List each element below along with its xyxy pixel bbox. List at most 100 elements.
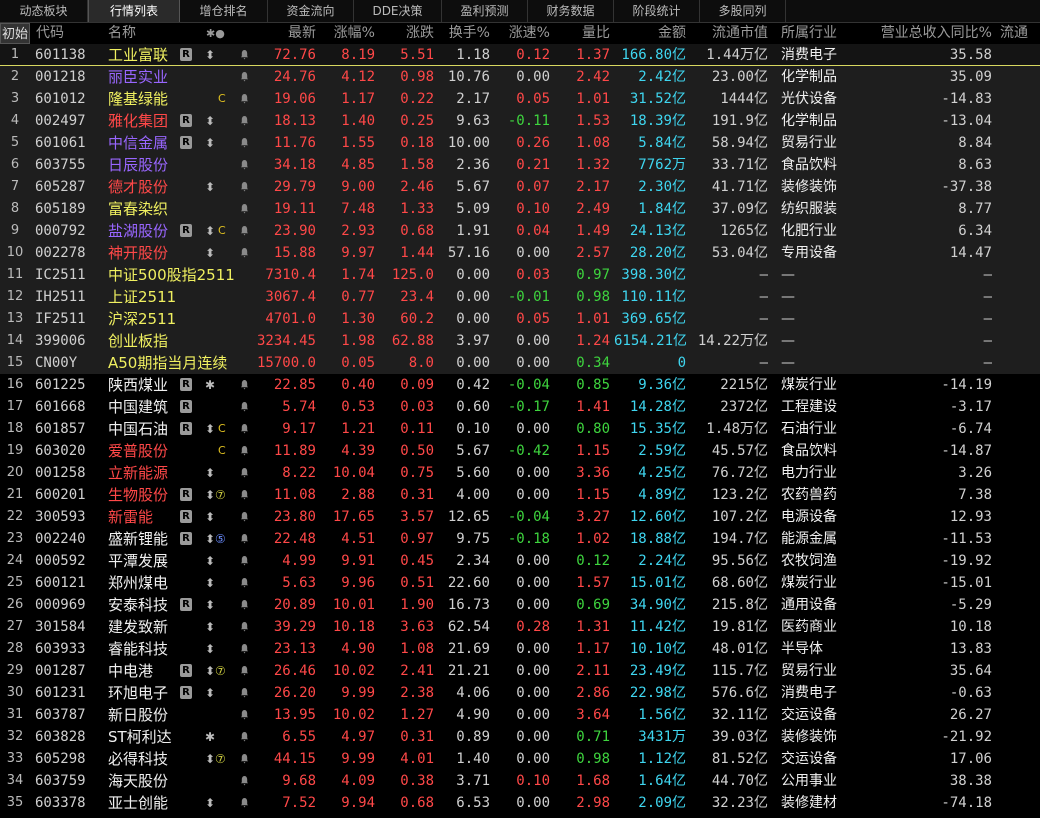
tab-1[interactable]: 行情列表 [88, 0, 180, 22]
col-header-change[interactable]: 涨跌 [378, 23, 434, 44]
bell-icon[interactable] [240, 445, 249, 456]
table-row[interactable]: 30 601231 环旭电子 R ⬍ 26.20 9.99 2.38 4.06 0.00 2.86 2… [0, 682, 1040, 704]
col-header-volume-ratio[interactable]: 量比 [552, 23, 610, 44]
tab-3[interactable]: 资金流向 [268, 0, 354, 22]
tab-2[interactable]: 增仓排名 [180, 0, 268, 22]
turnover-rate: 0.89 [456, 729, 490, 745]
table-row[interactable]: 16 601225 陕西煤业 R ✱ 22.85 0.40 0.09 0.42 -0.04 0.85… [0, 374, 1040, 396]
bell-icon[interactable] [240, 687, 249, 698]
tab-4[interactable]: DDE决策 [354, 0, 442, 22]
reset-sort-button[interactable]: 初始 [0, 23, 30, 44]
stock-code: 603828 [35, 729, 86, 745]
table-row[interactable]: 11 IC2511 中证500股指2511 7310.4 1.74 125.0 0.00 0.… [0, 264, 1040, 286]
table-row[interactable]: 28 603933 睿能科技 ⬍ 23.13 4.90 1.08 21.69 0.00 1.17 1… [0, 638, 1040, 660]
col-header-float-cap[interactable]: 流通市值 [690, 23, 768, 44]
bell-icon[interactable] [240, 137, 249, 148]
col-header-turnover[interactable]: 换手% [436, 23, 490, 44]
last-price: 19.06 [273, 91, 316, 107]
col-header-name[interactable]: 名称 [108, 23, 136, 44]
col-header-change-pct[interactable]: 涨幅% [320, 23, 375, 44]
table-row[interactable]: 12 IH2511 上证2511 3067.4 0.77 23.4 0.00 -0.01 0.9… [0, 286, 1040, 308]
table-row[interactable]: 3 601012 隆基绿能 C 19.06 1.17 0.22 2.17 0.05 1.01 31.… [0, 88, 1040, 110]
table-row[interactable]: 17 601668 中国建筑 R 5.74 0.53 0.03 0.60 -0.17 1.41 14… [0, 396, 1040, 418]
table-row[interactable]: 6 603755 日辰股份 34.18 4.85 1.58 2.36 0.21 1.32 7762… [0, 154, 1040, 176]
table-row[interactable]: 7 605287 德才股份 ⬍ 29.79 9.00 2.46 5.67 0.07 2.17 2.3… [0, 176, 1040, 198]
bell-icon[interactable] [240, 621, 249, 632]
tab-5[interactable]: 盈利预测 [442, 0, 528, 22]
bell-icon[interactable] [240, 181, 249, 192]
tab-6[interactable]: 财务数据 [528, 0, 614, 22]
table-row[interactable]: 5 601061 中信金属 R ⬍ 11.76 1.55 0.18 10.00 0.26 1.08 5… [0, 132, 1040, 154]
table-row[interactable]: 8 605189 富春染织 19.11 7.48 1.33 5.09 0.10 2.49 1.84… [0, 198, 1040, 220]
bell-icon[interactable] [240, 71, 249, 82]
table-row[interactable]: 31 603787 新日股份 13.95 10.02 1.27 4.90 0.00 3.64 1.… [0, 704, 1040, 726]
bell-icon[interactable] [240, 665, 249, 676]
col-header-speed[interactable]: 涨速% [494, 23, 550, 44]
table-row[interactable]: 35 603378 亚士创能 ⬍ 7.52 9.94 0.68 6.53 0.00 2.98 2.0… [0, 792, 1040, 814]
bell-icon[interactable] [240, 467, 249, 478]
table-row[interactable]: 19 603020 爱普股份 C 11.89 4.39 0.50 5.67 -0.42 1.15 2… [0, 440, 1040, 462]
stock-name: 新日股份 [108, 706, 169, 724]
bell-icon[interactable] [240, 775, 249, 786]
col-header-code[interactable]: 代码 [36, 23, 64, 44]
table-row[interactable]: 23 002240 盛新锂能 R ⬍ ⑤ 22.48 4.51 0.97 9.75 -0.18 1.0… [0, 528, 1040, 550]
bell-icon[interactable] [240, 159, 249, 170]
table-row[interactable]: 18 601857 中国石油 R ⬍ C 9.17 1.21 0.11 0.10 0.00 0.80 1… [0, 418, 1040, 440]
table-row[interactable]: 34 603759 海天股份 9.68 4.09 0.38 3.71 0.10 1.68 1.64… [0, 770, 1040, 792]
bell-icon[interactable] [240, 489, 249, 500]
bell-icon[interactable] [240, 423, 249, 434]
bell-icon[interactable] [240, 643, 249, 654]
table-row[interactable]: 10 002278 神开股份 ⬍ 15.88 9.97 1.44 57.16 0.00 2.57 2… [0, 242, 1040, 264]
table-row[interactable]: 4 002497 雅化集团 R ⬍ 18.13 1.40 0.25 9.63 -0.11 1.53 1… [0, 110, 1040, 132]
table-row[interactable]: 9 000792 盐湖股份 R ⬍ C 23.90 2.93 0.68 1.91 0.04 1.49 2… [0, 220, 1040, 242]
table-row[interactable]: 25 600121 郑州煤电 ⬍ 5.63 9.96 0.51 22.60 0.00 1.57 15… [0, 572, 1040, 594]
table-row[interactable]: 21 600201 生物股份 R ⬍ ⑦ 11.08 2.88 0.31 4.00 0.00 1.15… [0, 484, 1040, 506]
table-row[interactable]: 24 000592 平潭发展 ⬍ 4.99 9.91 0.45 2.34 0.00 0.12 2.2… [0, 550, 1040, 572]
industry: 半导体 [781, 641, 823, 657]
table-row[interactable]: 20 001258 立新能源 ⬍ 8.22 10.04 0.75 5.60 0.00 3.36 4.… [0, 462, 1040, 484]
col-header-float-extra[interactable]: 流通 [1000, 23, 1028, 44]
tab-8[interactable]: 多股同列 [700, 0, 786, 22]
table-row[interactable]: 2 001218 丽臣实业 24.76 4.12 0.98 10.76 0.00 2.42 2.4… [0, 66, 1040, 88]
bell-icon[interactable] [240, 203, 249, 214]
bell-icon[interactable] [240, 401, 249, 412]
table-row[interactable]: 33 605298 必得科技 ⬍ ⑦ 44.15 9.99 4.01 1.40 0.00 0.98 1… [0, 748, 1040, 770]
bell-icon[interactable] [240, 709, 249, 720]
table-row[interactable]: 32 603828 ST柯利达 ✱ 6.55 4.97 0.31 0.89 0.00 0.71 34… [0, 726, 1040, 748]
volume-ratio: 0.85 [576, 377, 610, 393]
bell-icon[interactable] [240, 753, 249, 764]
table-row[interactable]: 29 001287 中电港 R ⬍ ⑦ 26.46 10.02 2.41 21.21 0.00 2.1… [0, 660, 1040, 682]
col-header-price[interactable]: 最新 [250, 23, 316, 44]
table-row[interactable]: 1 601138 工业富联 R ⬍ 72.76 8.19 5.51 1.18 0.12 1.37 16… [0, 44, 1040, 66]
table-row[interactable]: 15 CN00Y A50期指当月连续 15700.0 0.05 8.0 0.00 0.00 0.… [0, 352, 1040, 374]
bell-icon[interactable] [240, 555, 249, 566]
bell-icon[interactable] [240, 93, 249, 104]
table-row[interactable]: 27 301584 建发致新 ⬍ 39.29 10.18 3.63 62.54 0.28 1.31… [0, 616, 1040, 638]
bell-icon[interactable] [240, 731, 249, 742]
col-header-mark[interactable]: ✱● [206, 23, 225, 44]
bell-icon[interactable] [240, 797, 249, 808]
tab-7[interactable]: 阶段统计 [614, 0, 700, 22]
table-row[interactable]: 14 399006 创业板指 3234.45 1.98 62.88 3.97 0.00 1.24… [0, 330, 1040, 352]
bell-icon[interactable] [240, 379, 249, 390]
bell-icon[interactable] [240, 49, 249, 60]
table-row[interactable]: 26 000969 安泰科技 R ⬍ 20.89 10.01 1.90 16.73 0.00 0.6… [0, 594, 1040, 616]
col-header-industry[interactable]: 所属行业 [781, 23, 837, 44]
bell-icon[interactable] [240, 225, 249, 236]
stock-code: 603759 [35, 773, 86, 789]
change-percent: 17.65 [332, 509, 375, 525]
bell-icon[interactable] [240, 511, 249, 522]
float-market-cap: 81.52亿 [711, 751, 768, 767]
col-header-revenue-yoy[interactable]: 营业总收入同比% [852, 23, 992, 44]
stock-code: 601061 [35, 135, 86, 151]
tab-0[interactable]: 动态板块 [0, 0, 88, 22]
bell-icon[interactable] [240, 115, 249, 126]
bell-icon[interactable] [240, 247, 249, 258]
bell-icon[interactable] [240, 599, 249, 610]
float-market-cap: 68.60亿 [711, 575, 768, 591]
bell-icon[interactable] [240, 533, 249, 544]
table-row[interactable]: 22 300593 新雷能 R ⬍ 23.80 17.65 3.57 12.65 -0.04 3.2… [0, 506, 1040, 528]
table-row[interactable]: 13 IF2511 沪深2511 4701.0 1.30 60.2 0.00 0.05 1.01… [0, 308, 1040, 330]
col-header-amount[interactable]: 金额 [614, 23, 686, 44]
bell-icon[interactable] [240, 577, 249, 588]
